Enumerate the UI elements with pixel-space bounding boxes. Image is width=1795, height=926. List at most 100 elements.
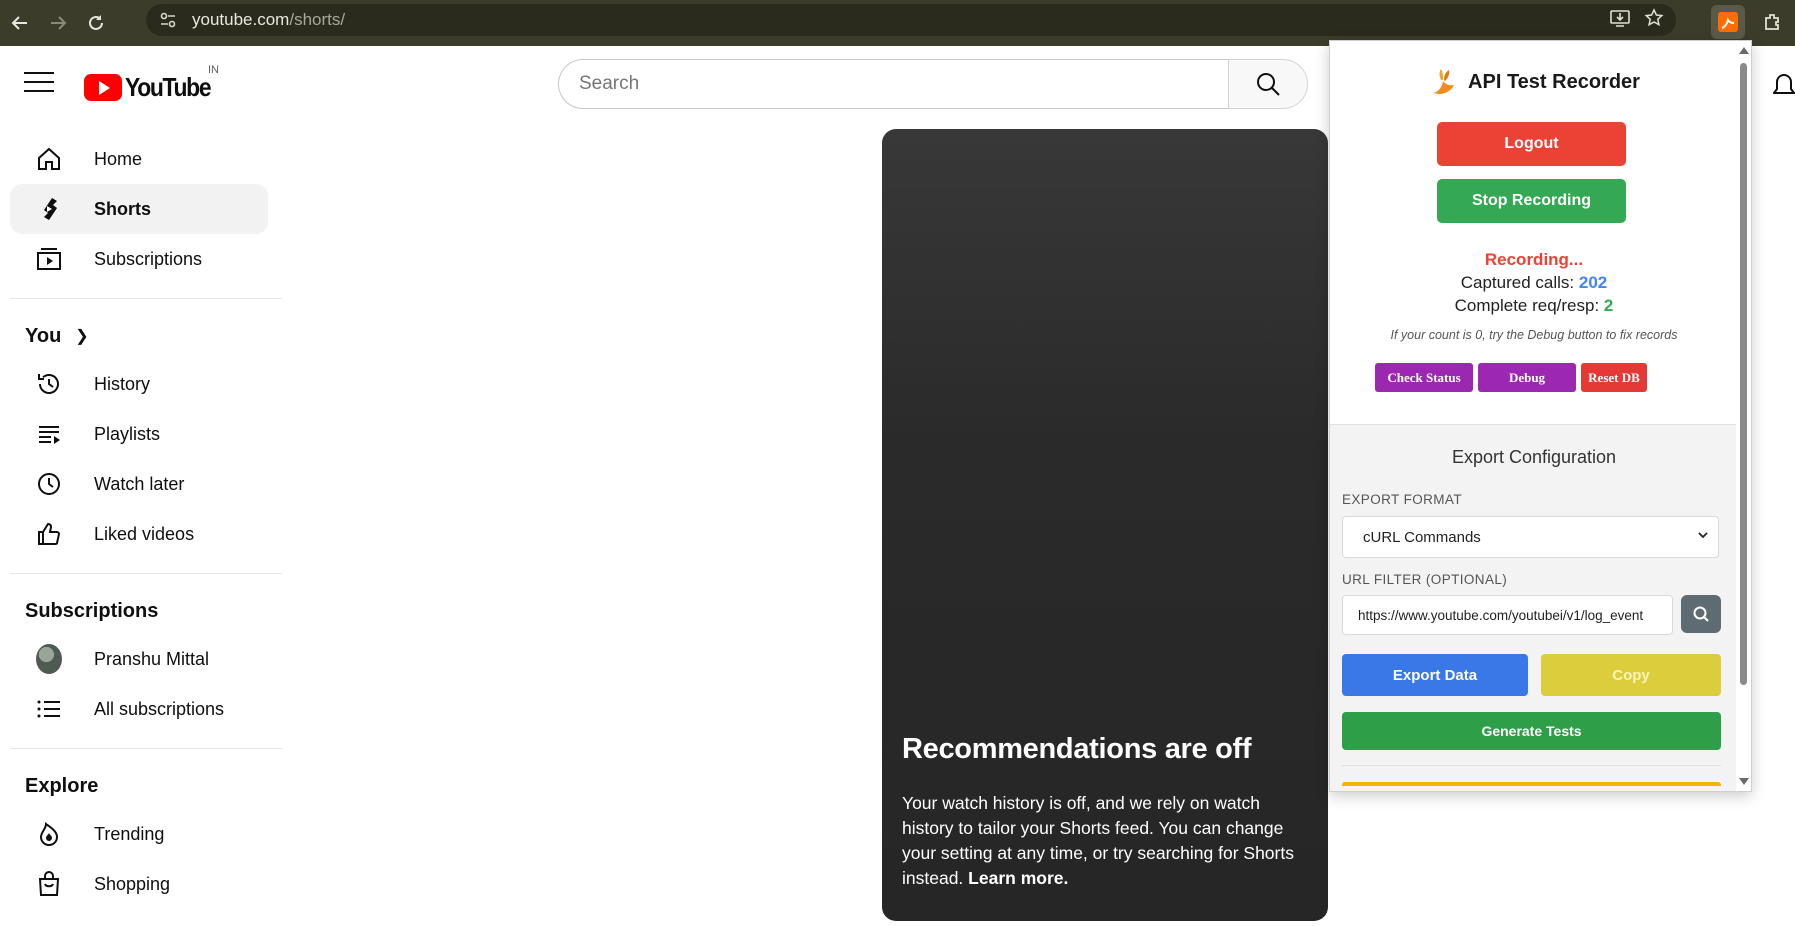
export-configuration-section: Export Configuration EXPORT FORMAT cURL … — [1330, 424, 1738, 791]
youtube-play-icon — [84, 74, 122, 101]
api-test-recorder-popup: API Test Recorder Logout Stop Recording … — [1329, 40, 1752, 792]
debug-button[interactable]: Debug — [1478, 363, 1576, 392]
export-configuration-heading: Export Configuration — [1451, 447, 1617, 467]
chevron-down-icon — [1698, 532, 1708, 539]
complete-req-resp-label: Complete req/resp: — [1454, 296, 1600, 315]
scrollbar-thumb[interactable] — [1740, 63, 1747, 685]
search-button[interactable] — [1228, 59, 1308, 109]
reload-button[interactable] — [78, 5, 114, 41]
popup-scrollbar[interactable] — [1736, 41, 1751, 791]
url-filter-search-button[interactable] — [1681, 595, 1721, 633]
install-app-icon[interactable] — [1610, 9, 1630, 32]
sidebar-item-shopping[interactable]: Shopping — [10, 859, 268, 909]
sidebar-item-label: Playlists — [94, 423, 161, 444]
back-button[interactable] — [2, 5, 38, 41]
sidebar-item-shorts[interactable]: Shorts — [10, 184, 268, 234]
debug-hint: If your count is 0, try the Debug button… — [1390, 328, 1678, 342]
sidebar-item-label: Liked videos — [94, 523, 195, 544]
playlists-icon — [36, 421, 62, 447]
notifications-bell-icon[interactable] — [1772, 72, 1795, 100]
captured-calls-label: Captured calls: — [1460, 273, 1575, 292]
popup-title: API Test Recorder — [1468, 70, 1640, 93]
search-input[interactable] — [579, 73, 1228, 95]
country-code: IN — [208, 64, 219, 76]
extensions-puzzle-icon[interactable] — [1755, 5, 1789, 39]
next-section-edge — [1342, 782, 1721, 786]
search-icon — [1693, 606, 1709, 622]
sidebar-item-home[interactable]: Home — [10, 134, 268, 184]
youtube-logo[interactable]: YouTube IN — [84, 64, 222, 103]
reset-db-button[interactable]: Reset DB — [1581, 363, 1647, 392]
shorts-icon — [36, 196, 62, 222]
sidebar-item-label: Trending — [94, 823, 165, 844]
sidebar-item-watch-later[interactable]: Watch later — [10, 459, 268, 509]
section-divider — [1342, 765, 1721, 766]
logout-button[interactable]: Logout — [1437, 122, 1626, 166]
shorts-card-text: Your watch history is off, and we rely o… — [902, 793, 1294, 888]
address-url: youtube.com/shorts/ — [192, 10, 345, 30]
home-icon — [36, 146, 62, 172]
generate-tests-button[interactable]: Generate Tests — [1342, 712, 1721, 750]
you-heading-label: You — [25, 324, 62, 347]
sidebar-subscriptions-heading: Subscriptions — [25, 599, 159, 622]
sidebar-explore-heading: Explore — [25, 774, 99, 797]
sidebar-item-label: Pranshu Mittal — [94, 648, 210, 669]
rabbit-logo-icon — [1428, 67, 1458, 97]
address-bar[interactable]: youtube.com/shorts/ — [146, 4, 1676, 36]
utility-buttons: Check Status Debug Reset DB — [1375, 363, 1647, 392]
sidebar-item-all-subscriptions[interactable]: All subscriptions — [10, 684, 268, 734]
reload-icon — [89, 15, 103, 30]
sidebar-item-playlists[interactable]: Playlists — [10, 409, 268, 459]
sidebar-item-label: Watch later — [94, 473, 185, 494]
url-filter-label: URL FILTER (OPTIONAL) — [1342, 572, 1508, 587]
sidebar-item-label: History — [94, 373, 151, 394]
learn-more-link[interactable]: Learn more. — [968, 868, 1068, 888]
export-format-value: cURL Commands — [1363, 528, 1481, 546]
forward-button[interactable] — [40, 5, 76, 41]
sidebar-divider — [10, 748, 282, 749]
url-path: /shorts/ — [289, 10, 346, 29]
trending-icon — [36, 821, 62, 847]
shorts-recommendations-off-card: Recommendations are off Your watch histo… — [882, 129, 1328, 921]
chevron-right-icon: ❯ — [75, 328, 89, 345]
sidebar-item-label: All subscriptions — [94, 698, 225, 719]
sidebar-divider — [10, 298, 282, 299]
guide-sidebar: Home Shorts Subscriptions You ❯ History P… — [0, 134, 282, 909]
shorts-card-title: Recommendations are off — [902, 733, 1252, 765]
menu-hamburger-icon[interactable] — [24, 72, 54, 99]
search-field[interactable] — [558, 59, 1228, 109]
url-filter-input[interactable]: https://www.youtube.com/youtubei/v1/log_… — [1342, 595, 1673, 635]
sidebar-item-label: Home — [94, 148, 143, 169]
search-icon — [1257, 73, 1280, 96]
copy-button[interactable]: Copy — [1541, 654, 1721, 696]
url-host: youtube.com — [192, 10, 290, 29]
export-format-select[interactable]: cURL Commands — [1342, 516, 1719, 558]
api-recorder-extension-button[interactable] — [1711, 5, 1745, 39]
stop-recording-button[interactable]: Stop Recording — [1437, 179, 1626, 223]
captured-calls-count: 202 — [1578, 273, 1608, 292]
scroll-down-arrow-icon[interactable] — [1739, 778, 1749, 785]
complete-req-resp-count: 2 — [1603, 296, 1614, 315]
history-icon — [36, 371, 62, 397]
captured-calls-row: Captured calls: 202 — [1330, 273, 1738, 293]
sidebar-item-history[interactable]: History — [10, 359, 268, 409]
sidebar-item-channel[interactable]: Pranshu Mittal — [10, 634, 268, 684]
shorts-card-body: Your watch history is off, and we rely o… — [902, 791, 1312, 891]
api-recorder-logo-icon — [1718, 12, 1738, 32]
export-format-label: EXPORT FORMAT — [1342, 492, 1462, 507]
youtube-wordmark: YouTube — [125, 72, 212, 102]
check-status-button[interactable]: Check Status — [1375, 363, 1473, 392]
sidebar-item-subscriptions[interactable]: Subscriptions — [10, 234, 268, 284]
sidebar-item-trending[interactable]: Trending — [10, 809, 268, 859]
scroll-up-arrow-icon[interactable] — [1739, 47, 1749, 54]
arrow-right-icon — [51, 16, 67, 30]
export-data-button[interactable]: Export Data — [1342, 654, 1528, 696]
sidebar-item-liked-videos[interactable]: Liked videos — [10, 509, 268, 559]
subscriptions-icon — [36, 246, 62, 272]
bookmark-star-icon[interactable] — [1644, 8, 1664, 33]
channel-avatar — [36, 644, 62, 674]
watch-later-icon — [36, 471, 62, 497]
complete-req-resp-row: Complete req/resp: 2 — [1330, 296, 1738, 316]
sidebar-you-heading[interactable]: You ❯ — [0, 313, 282, 359]
site-settings-icon[interactable] — [156, 8, 180, 32]
